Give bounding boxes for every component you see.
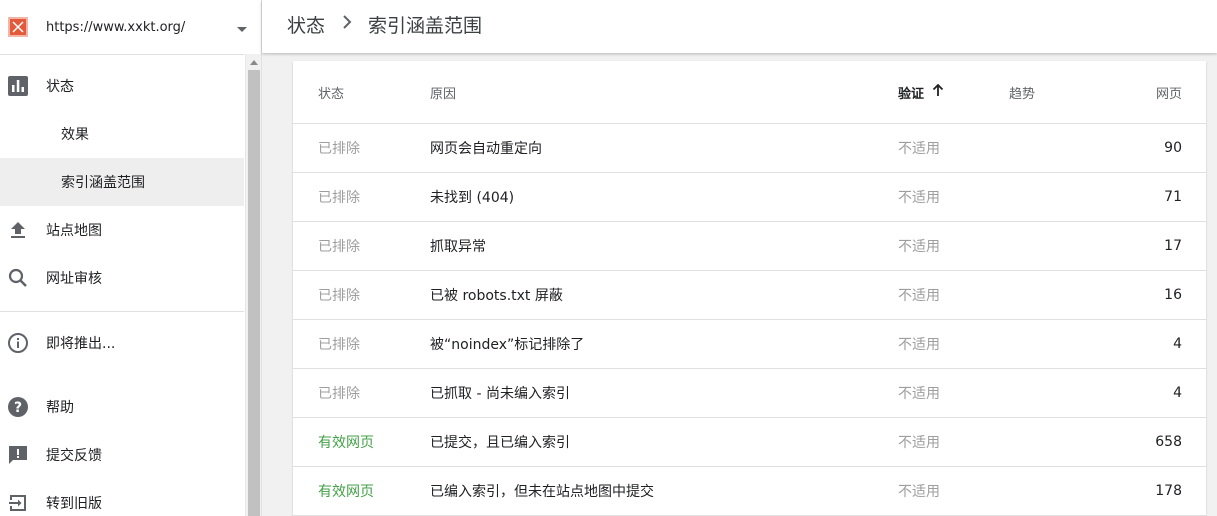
reason-cell: 未找到 (404) [430,190,515,206]
sidebar-item-label: 站点地图 [46,223,102,239]
column-header-trend: 趋势 [1009,86,1036,102]
sidebar-nav: 状态 效果 索引涵盖范围 站点地图 网址审核 即将推出... ? 帮助 提交反馈… [0,54,244,516]
scroll-up-arrow-icon[interactable] [250,60,258,65]
status-cell: 有效网页 [318,435,374,451]
scrollbar-thumb[interactable] [248,70,260,516]
property-selector[interactable]: https://www.xxkt.org/ [0,0,261,54]
sidebar-item-label: 帮助 [46,400,74,416]
sidebar-item-coming-soon[interactable]: 即将推出... [0,319,244,367]
reason-cell: 已抓取 - 尚未编入索引 [430,386,570,402]
pages-cell: 178 [1155,483,1182,499]
reason-cell: 抓取异常 [430,239,486,255]
sidebar-item-feedback[interactable]: 提交反馈 [0,431,244,479]
search-icon [7,267,29,289]
column-header-validation[interactable]: 验证 [898,61,944,123]
reason-cell: 网页会自动重定向 [430,141,542,157]
column-header-status[interactable]: 状态 [318,61,344,123]
sidebar-item-label: 状态 [46,79,74,95]
sidebar-item-url-inspection[interactable]: 网址审核 [0,254,244,302]
page-title: 索引涵盖范围 [368,15,483,37]
nav-divider [0,311,244,312]
sidebar-item-label: 索引涵盖范围 [61,175,145,191]
status-cell: 有效网页 [318,484,374,500]
column-header-label: 验证 [898,86,925,102]
pages-cell: 71 [1164,189,1182,205]
bar-chart-icon [7,75,29,97]
sidebar-item-label: 网址审核 [46,271,102,287]
sidebar-item-old-version[interactable]: 转到旧版 [0,479,244,516]
table-row[interactable]: 已排除 被“noindex”标记排除了 不适用 4 [293,320,1206,369]
reason-cell: 已编入索引，但未在站点地图中提交 [430,484,654,500]
sidebar-item-sitemaps[interactable]: 站点地图 [0,206,244,254]
sidebar-scrollbar[interactable] [245,54,261,516]
reason-cell: 被“noindex”标记排除了 [430,337,585,353]
coverage-table: 状态 原因 验证 趋势 网页 已排除 网页会自动重定向 不适用 90 已排除 未… [293,61,1206,516]
help-icon: ? [7,396,29,418]
status-cell: 已排除 [318,386,360,402]
pages-cell: 658 [1155,434,1182,450]
validation-cell: 不适用 [898,484,940,500]
pages-cell: 17 [1164,238,1182,254]
status-cell: 已排除 [318,337,360,353]
sidebar-item-index-coverage[interactable]: 索引涵盖范围 [0,158,244,206]
sidebar-item-performance[interactable]: 效果 [0,110,244,158]
pages-cell: 4 [1173,336,1182,352]
sidebar-item-help[interactable]: ? 帮助 [0,383,244,431]
exit-icon [7,492,29,514]
page-header: 状态 索引涵盖范围 [262,0,1217,53]
column-header-pages[interactable]: 网页 [1156,61,1182,123]
upload-icon [7,219,29,241]
table-row[interactable]: 已排除 已抓取 - 尚未编入索引 不适用 4 [293,369,1206,418]
table-row[interactable]: 已排除 网页会自动重定向 不适用 90 [293,124,1206,173]
chevron-right-icon [342,14,352,34]
table-row[interactable]: 已排除 未找到 (404) 不适用 71 [293,173,1206,222]
sidebar-item-label: 转到旧版 [46,496,102,512]
chevron-down-icon[interactable] [236,19,248,38]
status-cell: 已排除 [318,141,360,157]
feedback-icon [7,444,29,466]
sidebar-item-label: 即将推出... [46,336,116,352]
validation-cell: 不适用 [898,288,940,304]
table-header-row: 状态 原因 验证 趋势 网页 [293,61,1206,124]
table-row[interactable]: 已排除 已被 robots.txt 屏蔽 不适用 16 [293,271,1206,320]
sidebar-item-status[interactable]: 状态 [0,62,244,110]
status-cell: 已排除 [318,239,360,255]
validation-cell: 不适用 [898,337,940,353]
column-header-reason[interactable]: 原因 [430,61,456,123]
breadcrumb-parent[interactable]: 状态 [287,11,325,38]
sidebar-item-label: 效果 [61,127,89,143]
pages-cell: 16 [1164,287,1182,303]
property-url: https://www.xxkt.org/ [46,19,186,35]
table-row[interactable]: 有效网页 已编入索引，但未在站点地图中提交 不适用 178 [293,467,1206,516]
validation-cell: 不适用 [898,386,940,402]
info-icon [7,332,29,354]
svg-text:?: ? [14,400,22,416]
pages-cell: 4 [1173,385,1182,401]
validation-cell: 不适用 [898,141,940,157]
table-row[interactable]: 已排除 抓取异常 不适用 17 [293,222,1206,271]
validation-cell: 不适用 [898,239,940,255]
pages-cell: 90 [1164,140,1182,156]
sidebar-item-label: 提交反馈 [46,448,102,464]
validation-cell: 不适用 [898,435,940,451]
site-favicon-icon [8,17,28,37]
status-cell: 已排除 [318,288,360,304]
reason-cell: 已被 robots.txt 屏蔽 [430,288,563,304]
sidebar: https://www.xxkt.org/ 状态 效果 索引涵盖范围 站点地图 [0,0,262,516]
reason-cell: 已提交，且已编入索引 [430,435,570,451]
validation-cell: 不适用 [898,190,940,206]
status-cell: 已排除 [318,190,360,206]
arrow-up-icon [932,83,944,101]
table-row[interactable]: 有效网页 已提交，且已编入索引 不适用 658 [293,418,1206,467]
